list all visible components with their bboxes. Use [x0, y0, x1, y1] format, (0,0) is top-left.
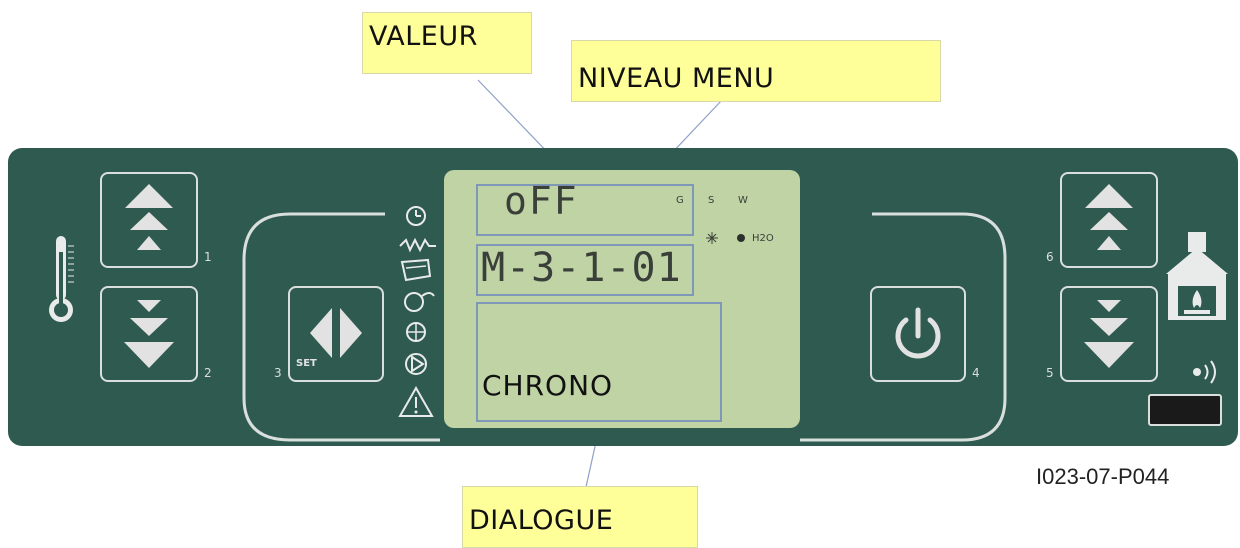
fan-icon — [404, 292, 435, 312]
warning-icon — [398, 385, 434, 417]
triple-up-arrow-icon — [1085, 184, 1133, 250]
indicator-h2o: H2O — [752, 233, 774, 244]
pump-icon — [405, 353, 427, 375]
lcd-dialog-readout: CHRONO — [482, 369, 614, 402]
lcd-value-readout: oFF — [504, 179, 579, 223]
status-icon-column — [398, 206, 436, 417]
set-label: SET — [296, 358, 317, 369]
thermometer-icon — [49, 236, 74, 322]
power-icon — [895, 307, 941, 359]
fireplace-icon — [1166, 232, 1228, 320]
dot-indicator-icon — [737, 234, 745, 242]
clock-icon — [406, 206, 426, 226]
pellet-icon — [400, 258, 432, 282]
power-button[interactable] — [870, 286, 966, 382]
power-down-button[interactable] — [1060, 286, 1158, 382]
receiver-window — [1148, 394, 1222, 426]
lcd-menu-level-readout: M-3-1-01 — [481, 245, 682, 291]
triple-up-arrow-icon — [125, 184, 173, 250]
indicator-s: S — [708, 195, 715, 206]
triple-down-arrow-icon — [1084, 300, 1134, 368]
resistance-icon — [399, 237, 436, 253]
dialogue-callout: DIALOGUE — [462, 486, 698, 548]
dialog-segment-frame — [476, 302, 722, 422]
valeur-callout: VALEUR — [362, 12, 532, 74]
temperature-up-button[interactable] — [100, 172, 198, 268]
button-number-5: 5 — [1046, 366, 1054, 380]
indicator-w: W — [738, 195, 748, 206]
set-menu-button[interactable]: SET — [288, 286, 384, 382]
snowflake-fan-icon — [406, 322, 426, 342]
niveau-menu-callout: NIVEAU MENU — [571, 40, 941, 102]
snowflake-indicator-icon — [706, 232, 718, 244]
button-number-4: 4 — [972, 366, 980, 380]
temperature-down-button[interactable] — [100, 286, 198, 382]
reference-code: I023-07-P044 — [1036, 464, 1170, 489]
power-up-button[interactable] — [1060, 172, 1158, 268]
button-number-3: 3 — [274, 366, 282, 380]
button-number-1: 1 — [204, 250, 212, 264]
indicator-g: G — [676, 195, 684, 206]
button-number-6: 6 — [1046, 250, 1054, 264]
triple-down-arrow-icon — [124, 300, 174, 368]
wireless-icon — [1193, 360, 1216, 384]
button-number-2: 2 — [204, 366, 212, 380]
